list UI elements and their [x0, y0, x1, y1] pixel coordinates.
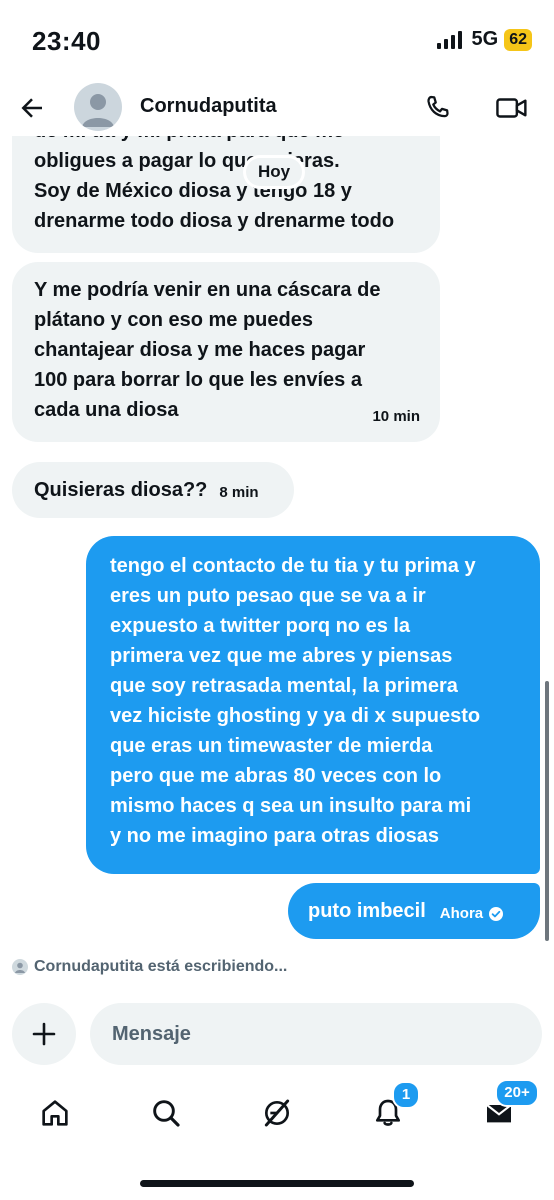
grok-icon	[264, 1099, 290, 1127]
message-bubble-received[interactable]: Quisieras diosa?? 8 min	[12, 462, 294, 518]
typing-text: Cornudaputita está escribiendo...	[34, 958, 288, 975]
video-call-button[interactable]	[492, 90, 532, 126]
phone-icon	[427, 95, 449, 118]
nav-search[interactable]	[138, 1085, 194, 1141]
notifications-badge: 1	[392, 1081, 420, 1109]
message-text: de mi tia y mi prima para que me obligue…	[34, 136, 395, 232]
message-list[interactable]: de mi tia y mi prima para que me obligue…	[0, 136, 554, 952]
status-time: 23:40	[32, 26, 101, 56]
nav-messages[interactable]: 20+	[471, 1079, 539, 1141]
home-indicator[interactable]	[140, 1180, 414, 1187]
back-button[interactable]	[14, 90, 50, 126]
conversation-header: Cornudaputita	[0, 80, 554, 136]
home-icon	[42, 1100, 68, 1126]
status-bar: 23:40 5G 62	[0, 0, 554, 80]
message-timestamp: Ahora	[439, 905, 484, 922]
message-timestamp: 10 min	[372, 408, 420, 425]
user-avatar-icon	[12, 959, 28, 975]
signal-icon	[436, 30, 462, 49]
message-timestamp: 8 min	[219, 484, 259, 501]
plus-icon	[32, 1022, 56, 1046]
typing-indicator: Cornudaputita está escribiendo...	[12, 958, 287, 976]
message-bubble-received[interactable]: de mi tia y mi prima para que me obligue…	[12, 136, 440, 253]
date-separator: Hoy	[246, 158, 303, 186]
message-text: Quisieras diosa??	[34, 479, 208, 501]
message-text: puto imbecil	[308, 900, 426, 922]
call-button[interactable]	[420, 90, 456, 126]
search-icon	[153, 1100, 180, 1127]
default-avatar-icon	[82, 94, 114, 127]
attach-button[interactable]	[12, 1003, 76, 1065]
nav-notifications[interactable]: 1	[360, 1081, 420, 1141]
messages-badge: 20+	[495, 1079, 539, 1107]
nav-grok[interactable]	[249, 1085, 305, 1141]
avatar[interactable]	[74, 83, 122, 131]
scrollbar[interactable]	[545, 681, 549, 941]
message-text: tengo el contacto de tu tia y tu prima y…	[110, 555, 481, 847]
message-bubble-received[interactable]: Y me podría venir en una cáscara de plát…	[12, 262, 440, 442]
message-status: Ahora	[440, 899, 504, 929]
arrow-left-icon	[21, 98, 42, 118]
check-circle-icon	[489, 907, 504, 921]
battery-icon: 62	[504, 28, 532, 51]
message-bubble-sent[interactable]: tengo el contacto de tu tia y tu prima y…	[86, 536, 540, 874]
bottom-nav: 1 20+	[0, 1079, 554, 1145]
nav-home[interactable]	[27, 1085, 83, 1141]
message-input[interactable]	[90, 1003, 542, 1065]
message-text: Y me podría venir en una cáscara de plát…	[34, 279, 381, 421]
contact-name[interactable]: Cornudaputita	[140, 95, 277, 118]
video-camera-icon	[496, 98, 527, 118]
status-indicators: 5G 62	[436, 28, 532, 51]
network-label: 5G	[471, 28, 499, 50]
chat-screen: 23:40 5G 62 Cornudaputita obligues a pag…	[0, 0, 554, 1200]
message-bubble-sent[interactable]: puto imbecil Ahora	[288, 883, 540, 939]
